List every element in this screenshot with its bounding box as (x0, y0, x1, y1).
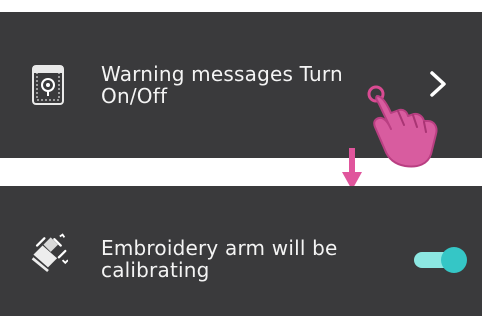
calibration-toggle[interactable] (410, 244, 472, 276)
embroidery-arm-calibration-label: Embroidery arm will be calibrating (101, 236, 338, 282)
warning-messages-label: Warning messages Turn On/Off (101, 62, 343, 108)
embroidery-arm-calibration-row[interactable]: Embroidery arm will be calibrating (0, 186, 482, 316)
instruction-screenshot: Warning messages Turn On/Off Embroidery … (0, 0, 482, 326)
embroidery-arm-icon (28, 228, 68, 274)
warning-messages-row[interactable]: Warning messages Turn On/Off (0, 12, 482, 168)
warning-settings-icon (28, 62, 68, 108)
pointing-hand-icon (356, 76, 446, 168)
